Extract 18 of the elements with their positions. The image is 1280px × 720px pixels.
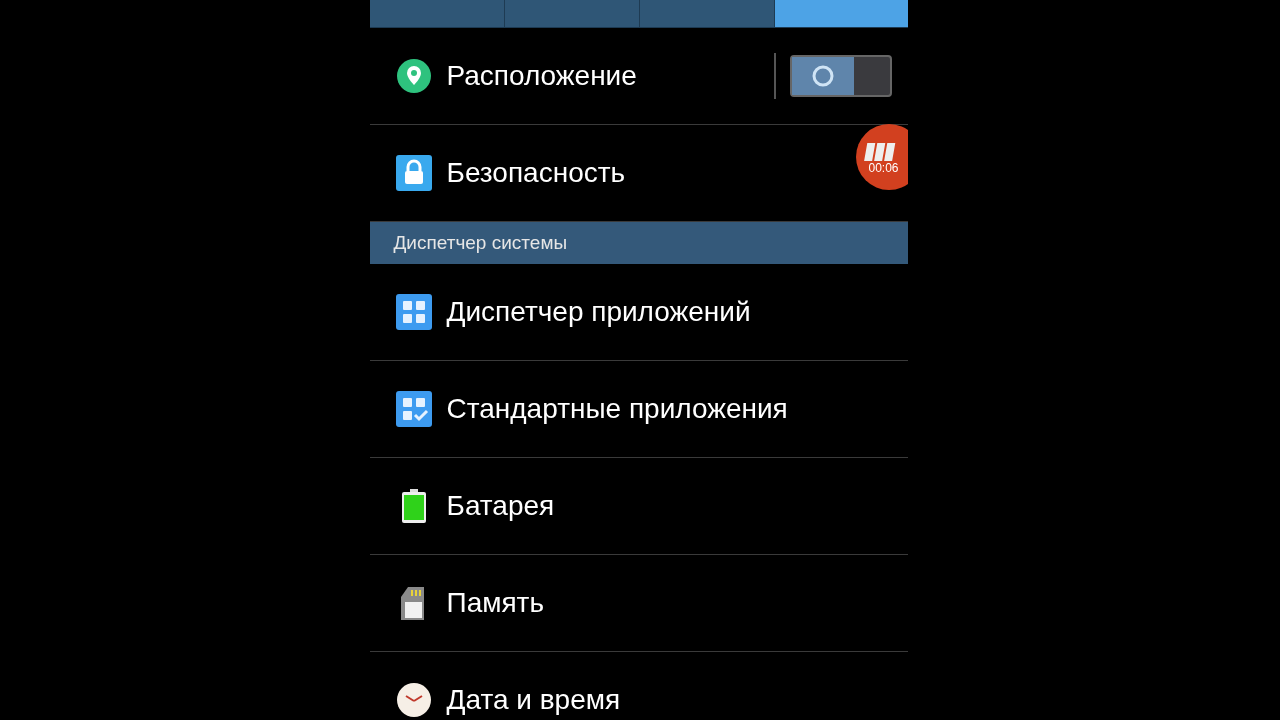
grid-icon (395, 294, 432, 330)
setting-label[interactable]: Диспетчер приложений (446, 296, 751, 328)
setting-label[interactable]: Расположение (446, 60, 637, 92)
setting-label[interactable]: Безопасность (446, 157, 626, 189)
recording-time: 00:06 (868, 161, 899, 175)
setting-label[interactable]: Батарея (446, 490, 555, 522)
setting-label[interactable]: Дата и время (446, 684, 621, 716)
lock-icon (395, 155, 432, 191)
grid-check-icon (395, 391, 432, 427)
setting-label[interactable]: Стандартные приложения (446, 393, 788, 425)
toggle-switch[interactable] (789, 55, 892, 97)
setting-label[interactable]: Память (446, 587, 545, 619)
section-title: Диспетчер системы (393, 232, 568, 254)
recorder-badge[interactable]: 00:06 (855, 124, 908, 190)
circle-icon (810, 64, 835, 88)
location-pin-icon (395, 58, 432, 94)
clock-icon (395, 682, 432, 718)
tab[interactable] (774, 0, 908, 27)
